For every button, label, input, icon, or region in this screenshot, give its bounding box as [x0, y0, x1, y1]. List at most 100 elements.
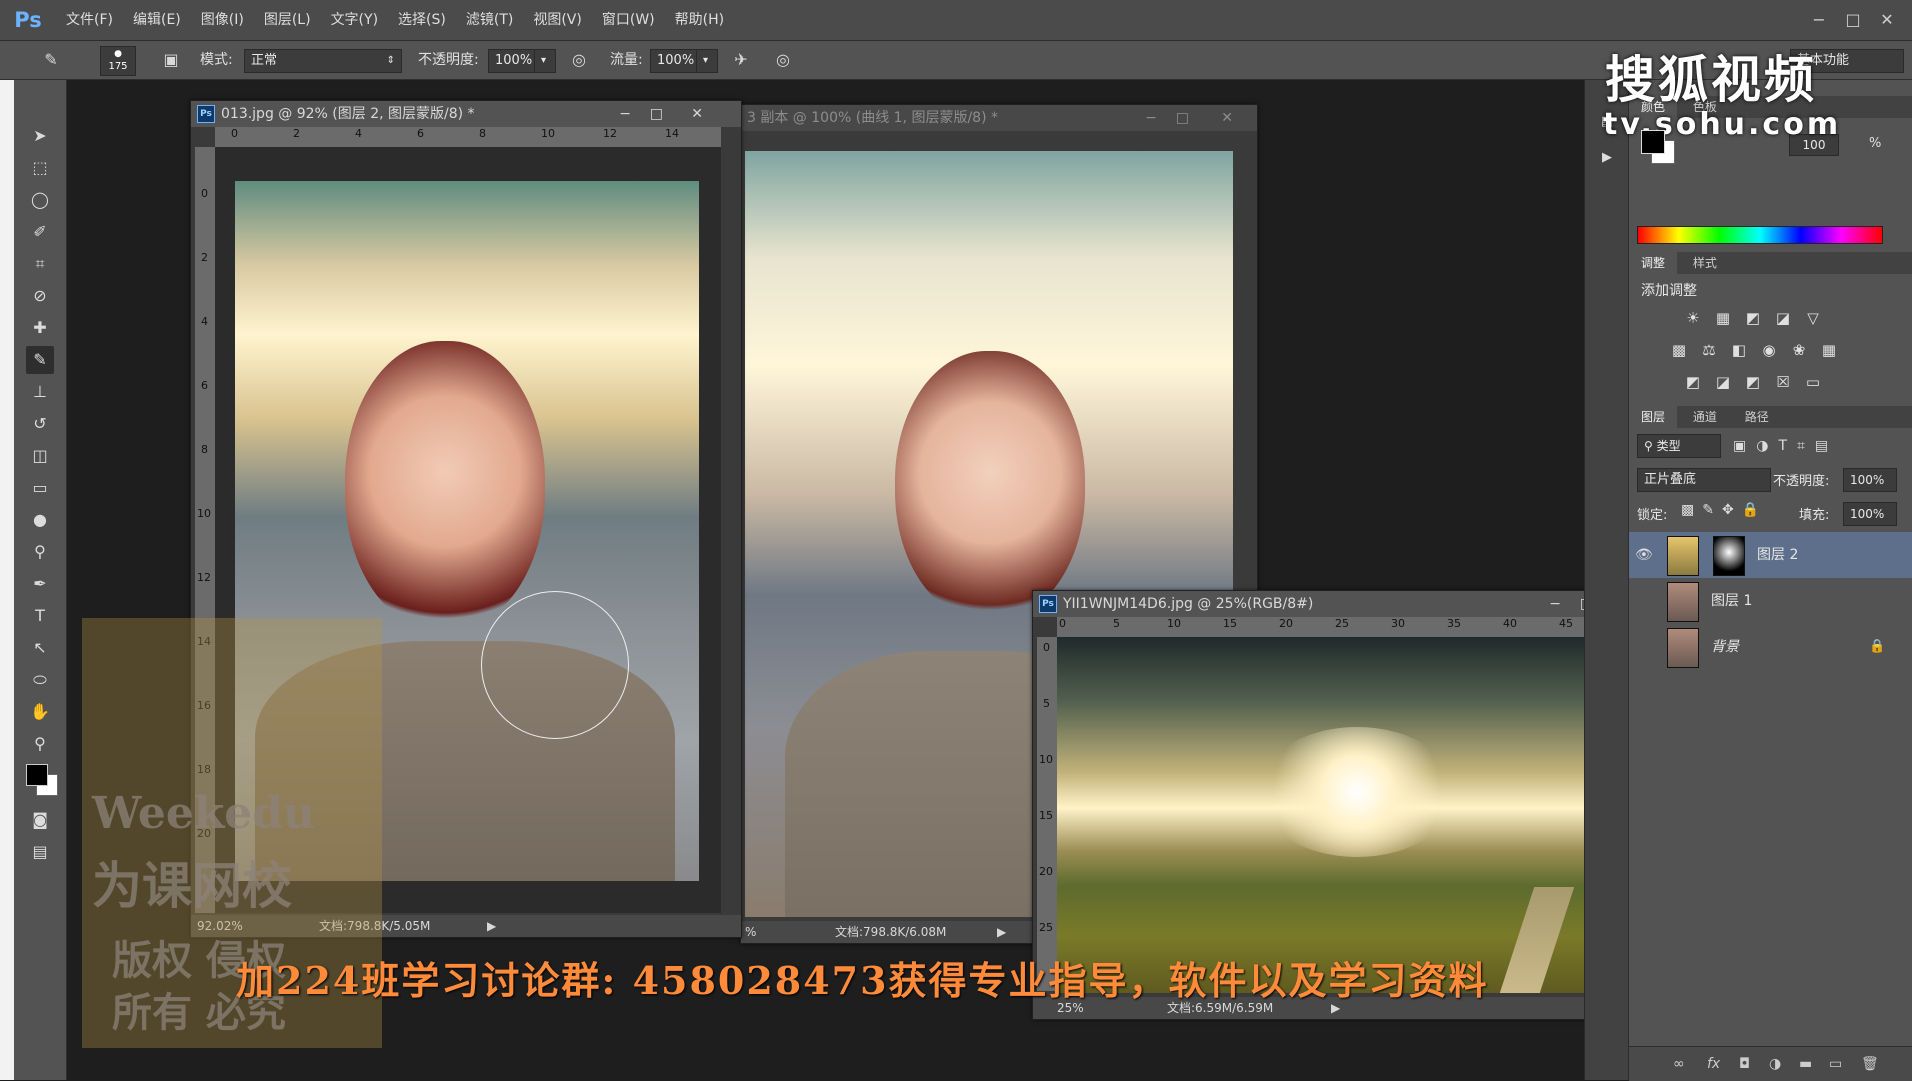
curves-icon[interactable]: ◩	[1741, 306, 1765, 330]
brightness-contrast-icon[interactable]: ☀	[1681, 306, 1705, 330]
blend-mode-select[interactable]: 正片叠底	[1637, 468, 1771, 492]
lock-icons[interactable]: ▩✎✥🔒	[1681, 502, 1767, 518]
healing-brush-tool-icon[interactable]: ✚	[26, 314, 54, 342]
threshold-icon[interactable]: ◩	[1741, 370, 1765, 394]
layer-row-layer1[interactable]: 图层 1	[1629, 578, 1912, 624]
menu-filter[interactable]: 滤镜(T)	[456, 0, 523, 40]
brush-panel-icon[interactable]: ▣	[158, 47, 184, 73]
layer-row-layer2[interactable]: 👁 图层 2	[1629, 532, 1912, 578]
menu-file[interactable]: 文件(F)	[56, 0, 123, 40]
history-brush-tool-icon[interactable]: ↺	[26, 410, 54, 438]
color-balance-icon[interactable]: ⚖	[1697, 338, 1721, 362]
mode-select[interactable]: 正常 ⇕	[244, 49, 402, 73]
mask-icon[interactable]: ◘	[1739, 1047, 1750, 1081]
crop-tool-icon[interactable]: ⌗	[26, 250, 54, 278]
levels-icon[interactable]: ▦	[1711, 306, 1735, 330]
screen-mode-icon[interactable]: ▤	[26, 838, 54, 866]
eye-icon[interactable]: 👁	[1635, 532, 1653, 578]
hue-saturation-icon[interactable]: ▩	[1667, 338, 1691, 362]
doc2-maximize-icon[interactable]: □	[1176, 105, 1189, 131]
lasso-tool-icon[interactable]: ◯	[26, 186, 54, 214]
document-2-titlebar[interactable]: 3 副本 @ 100% (曲线 1, 图层蒙版/8) * − □ ✕	[741, 105, 1257, 131]
color-panel-foreground-swatch[interactable]	[1641, 130, 1665, 154]
posterize-icon[interactable]: ◪	[1711, 370, 1735, 394]
brush-tool-icon[interactable]: ✎	[26, 346, 54, 374]
vibrance-icon[interactable]: ▽	[1801, 306, 1825, 330]
eyedropper-tool-icon[interactable]: ⊘	[26, 282, 54, 310]
document-3-titlebar[interactable]: PsYII1WNJM14D6.jpg @ 25%(RGB/8#) − □ ✕	[1033, 591, 1649, 617]
hand-tool-icon[interactable]: ✋	[26, 698, 54, 726]
channel-mixer-icon[interactable]: ❀	[1787, 338, 1811, 362]
blur-tool-icon[interactable]: ●	[26, 506, 54, 534]
foreground-color-swatch[interactable]	[26, 764, 48, 786]
layer-opacity-input[interactable]: 100%	[1843, 468, 1897, 492]
invert-icon[interactable]: ◩	[1681, 370, 1705, 394]
tab-paths[interactable]: 路径	[1733, 406, 1781, 428]
color-spectrum-bar[interactable]	[1637, 226, 1883, 244]
doc3-minimize-icon[interactable]: −	[1549, 591, 1561, 617]
exposure-icon[interactable]: ◪	[1771, 306, 1795, 330]
folder-icon[interactable]: ▬	[1799, 1047, 1812, 1081]
actions-panel-icon[interactable]: ▶	[1595, 146, 1619, 170]
layer2-mask-thumbnail[interactable]	[1713, 536, 1745, 576]
tab-adjustments[interactable]: 调整	[1629, 252, 1678, 274]
type-tool-icon[interactable]: T	[26, 602, 54, 630]
trash-icon[interactable]: 🗑	[1861, 1047, 1879, 1081]
doc2-close-icon[interactable]: ✕	[1221, 105, 1233, 131]
flow-dropdown-button[interactable]: ▾	[696, 49, 718, 73]
menu-image[interactable]: 图像(I)	[191, 0, 254, 40]
eraser-tool-icon[interactable]: ◫	[26, 442, 54, 470]
zoom-tool-icon[interactable]: ⚲	[26, 730, 54, 758]
doc2-status-arrow-icon[interactable]: ▶	[997, 921, 1006, 943]
quick-mask-icon[interactable]: ◙	[26, 806, 54, 834]
brush-tool-preset-icon[interactable]: ✎	[38, 47, 64, 73]
pressure-size-icon[interactable]: ◎	[770, 47, 796, 73]
gradient-map-icon[interactable]: ▭	[1801, 370, 1825, 394]
doc1-maximize-icon[interactable]: □	[650, 101, 663, 127]
menu-edit[interactable]: 编辑(E)	[123, 0, 191, 40]
app-minimize-button[interactable]: −	[1802, 7, 1836, 33]
layer-row-background[interactable]: 背景 🔒	[1629, 624, 1912, 670]
adjustment-icon[interactable]: ◑	[1769, 1047, 1781, 1081]
gradient-tool-icon[interactable]: ▭	[26, 474, 54, 502]
menu-help[interactable]: 帮助(H)	[665, 0, 734, 40]
clone-stamp-tool-icon[interactable]: ⊥	[26, 378, 54, 406]
black-white-icon[interactable]: ◧	[1727, 338, 1751, 362]
quick-selection-tool-icon[interactable]: ✐	[26, 218, 54, 246]
doc1-close-icon[interactable]: ✕	[691, 101, 703, 127]
doc2-minimize-icon[interactable]: −	[1145, 105, 1157, 131]
tab-styles[interactable]: 样式	[1681, 252, 1729, 274]
pressure-opacity-icon[interactable]: ◎	[566, 47, 592, 73]
color-lookup-icon[interactable]: ▦	[1817, 338, 1841, 362]
menu-view[interactable]: 视图(V)	[523, 0, 592, 40]
fx-icon[interactable]: fx	[1707, 1047, 1720, 1081]
link-icon[interactable]: ∞	[1673, 1047, 1685, 1081]
menu-window[interactable]: 窗口(W)	[592, 0, 665, 40]
new-layer-icon[interactable]: ▭	[1829, 1047, 1842, 1081]
path-selection-tool-icon[interactable]: ↖	[26, 634, 54, 662]
layer-kind-filter[interactable]: ⚲ 类型	[1637, 434, 1721, 458]
pen-tool-icon[interactable]: ✒	[26, 570, 54, 598]
document-1-titlebar[interactable]: Ps 013.jpg @ 92% (图层 2, 图层蒙版/8) * − □ ✕	[191, 101, 741, 127]
doc1-minimize-icon[interactable]: −	[619, 101, 631, 127]
photo-filter-icon[interactable]: ◉	[1757, 338, 1781, 362]
doc1-status-arrow-icon[interactable]: ▶	[487, 915, 496, 937]
fill-input[interactable]: 100%	[1843, 502, 1897, 526]
marquee-tool-icon[interactable]: ⬚	[26, 154, 54, 182]
layer-filter-icons[interactable]: ▣◑T⌗▤	[1733, 434, 1893, 458]
menu-layer[interactable]: 图层(L)	[254, 0, 321, 40]
airbrush-icon[interactable]: ✈	[728, 47, 754, 73]
sky-landscape-image-canvas[interactable]	[1057, 637, 1629, 993]
menu-type[interactable]: 文字(Y)	[321, 0, 388, 40]
selective-color-icon[interactable]: ☒	[1771, 370, 1795, 394]
tab-layers[interactable]: 图层	[1629, 406, 1678, 428]
opacity-dropdown-button[interactable]: ▾	[534, 49, 556, 73]
move-tool-icon[interactable]: ➤	[26, 122, 54, 150]
menu-select[interactable]: 选择(S)	[388, 0, 456, 40]
ellipse-tool-icon[interactable]: ⬭	[26, 666, 54, 694]
app-maximize-button[interactable]: □	[1836, 7, 1870, 33]
tab-channels[interactable]: 通道	[1681, 406, 1729, 428]
app-close-button[interactable]: ✕	[1870, 7, 1904, 33]
brush-size-picker[interactable]: ● 175	[100, 46, 136, 76]
dodge-tool-icon[interactable]: ⚲	[26, 538, 54, 566]
